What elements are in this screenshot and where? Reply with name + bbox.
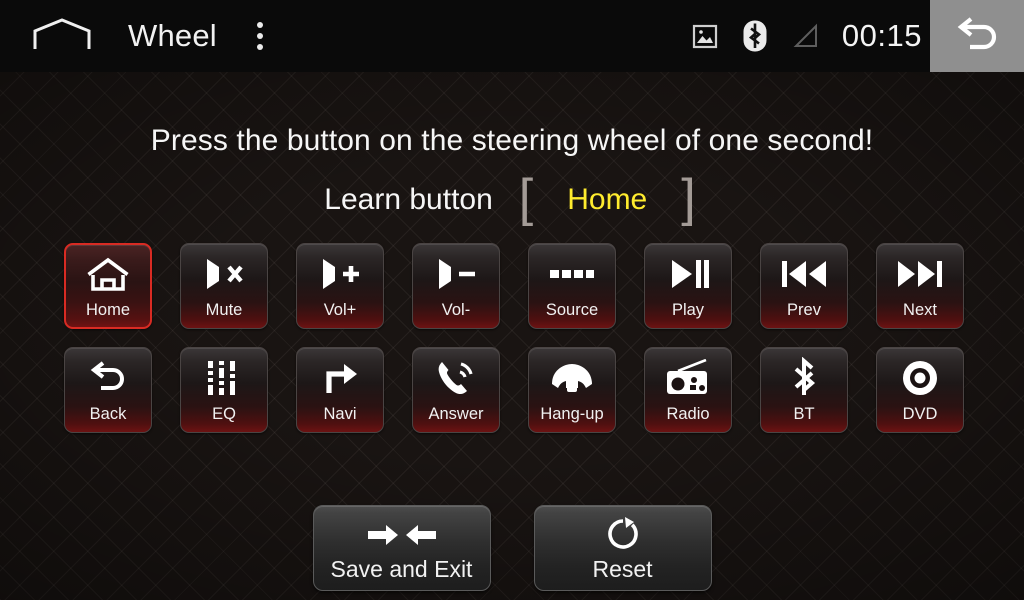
navigation-icon xyxy=(297,352,383,404)
app-screen: Wheel 00:15 Press the button on the stee… xyxy=(0,0,1024,600)
key-label: DVD xyxy=(902,405,938,423)
back-arrow-icon xyxy=(951,13,1003,60)
key-label: Play xyxy=(671,301,705,319)
next-icon xyxy=(877,248,963,300)
key-bluetooth[interactable]: BT xyxy=(760,347,848,433)
instruction-text: Press the button on the steering wheel o… xyxy=(150,124,874,157)
key-label: Back xyxy=(89,405,127,423)
key-label: Answer xyxy=(428,405,484,423)
key-equalizer[interactable]: EQ xyxy=(180,347,268,433)
key-mute[interactable]: Mute xyxy=(180,243,268,329)
page-title: Wheel xyxy=(128,18,217,53)
key-label: EQ xyxy=(212,405,236,423)
home-icon xyxy=(66,249,150,301)
bluetooth-icon xyxy=(761,352,847,404)
answer-call-icon xyxy=(413,352,499,404)
bluetooth-icon xyxy=(742,19,768,53)
key-label: Vol+ xyxy=(323,301,357,319)
bracket-left: [ xyxy=(518,169,534,227)
previous-icon xyxy=(761,248,847,300)
signal-triangle-icon xyxy=(790,21,820,51)
volume-down-icon xyxy=(413,248,499,300)
play-pause-icon xyxy=(645,248,731,300)
key-back[interactable]: Back xyxy=(64,347,152,433)
save-exit-arrows-icon xyxy=(314,512,490,558)
key-volume-down[interactable]: Vol- xyxy=(412,243,500,329)
learn-button-row: Learn button [ Home ] xyxy=(0,172,1024,228)
learn-button-value: Home xyxy=(567,183,648,216)
bracket-right: ] xyxy=(681,169,696,227)
status-bar: Wheel 00:15 xyxy=(0,0,1024,72)
key-label: Navi xyxy=(323,405,357,423)
key-label: Mute xyxy=(205,301,243,319)
key-play[interactable]: Play xyxy=(644,243,732,329)
status-clock: 00:15 xyxy=(841,18,922,53)
key-hangup[interactable]: Hang-up xyxy=(528,347,616,433)
key-source[interactable]: Source xyxy=(528,243,616,329)
learn-button-label: Learn button xyxy=(324,183,493,216)
back-icon xyxy=(65,352,151,404)
key-label: Source xyxy=(545,301,599,319)
gallery-image-icon xyxy=(690,21,720,51)
key-radio[interactable]: Radio xyxy=(644,347,732,433)
key-label: Prev xyxy=(787,301,821,319)
dvd-disc-icon xyxy=(877,352,963,404)
reset-button[interactable]: Reset xyxy=(533,505,712,591)
key-label: Radio xyxy=(666,405,710,423)
key-label: Home xyxy=(85,301,130,319)
key-navigation[interactable]: Navi xyxy=(296,347,384,433)
back-button[interactable] xyxy=(930,0,1024,72)
action-button-row: Save and Exit Reset xyxy=(0,505,1024,591)
action-label: Reset xyxy=(592,556,653,582)
overflow-menu-icon[interactable] xyxy=(247,13,273,59)
steering-wheel-key-grid: Home Mute Vol+ Vol- Source Play Prev Nex… xyxy=(64,243,964,433)
save-and-exit-button[interactable]: Save and Exit xyxy=(312,505,491,591)
key-previous[interactable]: Prev xyxy=(760,243,848,329)
key-volume-up[interactable]: Vol+ xyxy=(296,243,384,329)
status-icons: 00:15 xyxy=(690,0,930,72)
key-label: Hang-up xyxy=(540,405,604,423)
action-label: Save and Exit xyxy=(330,556,473,582)
radio-icon xyxy=(645,352,731,404)
key-label: BT xyxy=(793,405,815,423)
hangup-call-icon xyxy=(529,352,615,404)
home-soft-key[interactable] xyxy=(30,16,94,56)
equalizer-icon xyxy=(181,352,267,404)
key-label: Next xyxy=(903,301,937,319)
key-next[interactable]: Next xyxy=(876,243,964,329)
source-icon xyxy=(529,248,615,300)
reset-refresh-icon xyxy=(535,512,711,558)
home-outline-icon xyxy=(31,17,93,56)
key-answer[interactable]: Answer xyxy=(412,347,500,433)
key-dvd[interactable]: DVD xyxy=(876,347,964,433)
key-home[interactable]: Home xyxy=(64,243,152,329)
mute-icon xyxy=(181,248,267,300)
volume-up-icon xyxy=(297,248,383,300)
key-label: Vol- xyxy=(441,301,471,319)
